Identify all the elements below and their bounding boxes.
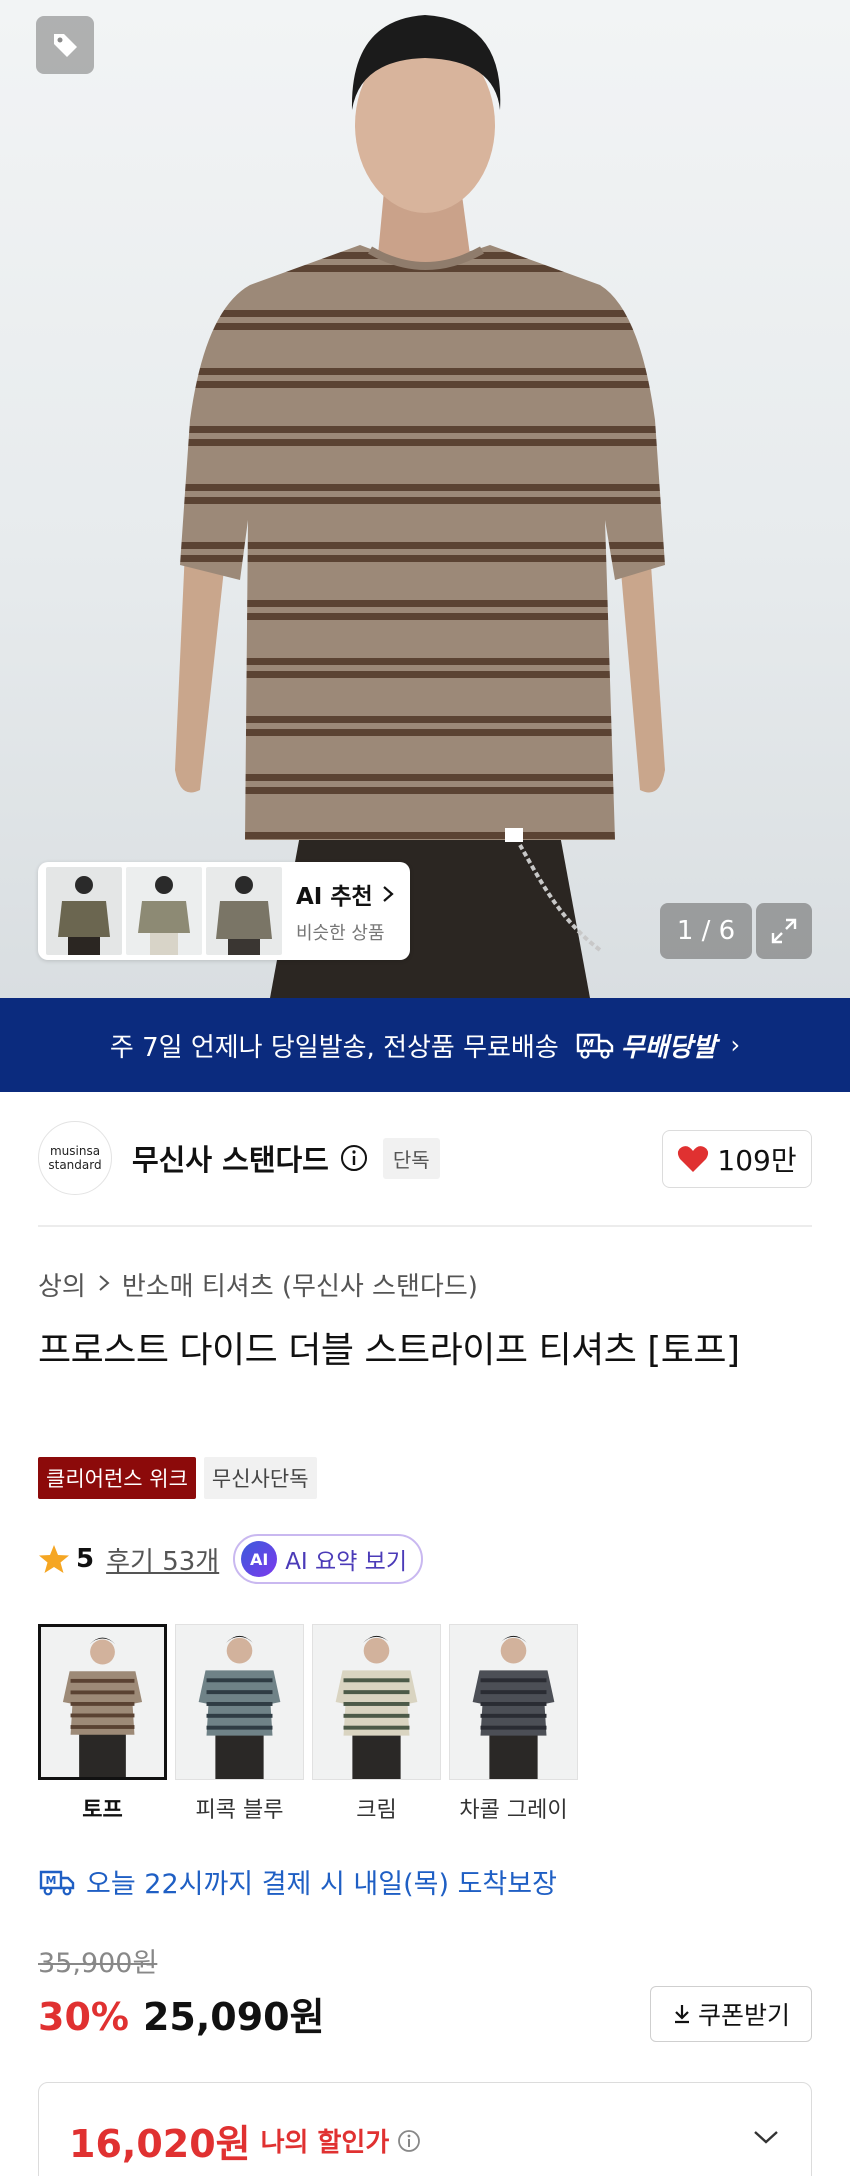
image-counter: 1 / 6 [660, 903, 752, 959]
banner-text: 주 7일 언제나 당일발송, 전상품 무료배송 [109, 1032, 559, 1063]
coupon-button[interactable]: 쿠폰받기 [650, 1986, 812, 2042]
product-badges: 클리어런스 위크 무신사단독 [38, 1457, 317, 1499]
brand-logo-line1: musinsa [49, 1144, 101, 1158]
color-name: 차콜 그레이 [459, 1798, 568, 1823]
product-photo [175, 15, 665, 998]
ai-thumb-2 [126, 867, 202, 955]
tag-icon [54, 34, 77, 57]
breadcrumb-subcategory[interactable]: 반소매 티셔츠 (무신사 스탠다드) [122, 1266, 478, 1303]
exclusive-tag: 무신사단독 [203, 1457, 317, 1499]
chevron-right-icon [382, 886, 394, 902]
product-image-gallery[interactable]: AI 추천 비슷한 상품 1 / 6 [0, 0, 850, 998]
delivery-guarantee[interactable]: M 오늘 22시까지 결제 시 내일(목) 도착보장 [38, 1862, 557, 1901]
chevron-right-icon [96, 1270, 112, 1300]
ai-thumb-1 [46, 867, 122, 955]
svg-text:M: M [46, 1874, 57, 1887]
info-icon[interactable] [397, 2129, 421, 2153]
sale-price: 25,090원 [142, 1995, 325, 2039]
color-option[interactable]: 토프 [38, 1624, 167, 1824]
star-icon [39, 1545, 69, 1573]
chevron-down-icon [754, 2131, 778, 2144]
clearance-badge: 클리어런스 위크 [38, 1457, 196, 1499]
truck-icon: M [39, 1870, 75, 1895]
divider [38, 1225, 812, 1227]
color-swatch-photo [176, 1625, 303, 1779]
ai-recommendation-card[interactable]: AI 추천 비슷한 상품 [38, 862, 410, 960]
expand-button[interactable] [756, 903, 812, 959]
color-swatch-image [449, 1624, 578, 1780]
expand-icon [771, 918, 797, 944]
breadcrumb: 상의 반소매 티셔츠 (무신사 스탠다드) [38, 1266, 478, 1303]
color-options: 토프 피콕 블루 크림 차콜 그레이 [38, 1624, 586, 1824]
rating-row: 5 후기 53개 AI AI 요약 보기 [38, 1534, 423, 1584]
banner-brand-label: 무배당발 [620, 1032, 717, 1063]
color-name: 피콕 블루 [195, 1798, 284, 1823]
color-option[interactable]: 피콕 블루 [175, 1624, 304, 1824]
svg-text:M: M [583, 1037, 594, 1050]
heart-icon [678, 1146, 709, 1172]
like-button[interactable]: 109만 [662, 1130, 812, 1188]
discount-rate: 30% [38, 1995, 129, 2039]
color-swatch-image [312, 1624, 441, 1780]
ai-icon: AI [241, 1541, 278, 1577]
color-swatch-photo [450, 1625, 577, 1779]
brand-logo-line2: standard [48, 1158, 102, 1172]
brand-logo[interactable]: musinsa standard [38, 1121, 112, 1195]
brand-name[interactable]: 무신사 스탠다드 [132, 1137, 329, 1179]
color-swatch-image [175, 1624, 304, 1780]
tag-button[interactable] [36, 16, 94, 74]
my-price-label: 나의 할인가 [260, 2128, 390, 2158]
color-name: 크림 [356, 1798, 397, 1823]
original-price: 35,900원 [38, 1948, 158, 1979]
color-swatch-image [38, 1624, 167, 1780]
info-icon[interactable] [339, 1143, 369, 1173]
color-swatch-photo [313, 1625, 440, 1779]
breadcrumb-category[interactable]: 상의 [38, 1266, 86, 1303]
chevron-right-icon: › [730, 1031, 741, 1059]
delivery-text: 오늘 22시까지 결제 시 내일(목) 도착보장 [86, 1869, 557, 1900]
download-icon [674, 2005, 689, 2024]
brand-row: musinsa standard 무신사 스탠다드 단독 109만 [38, 1121, 812, 1195]
like-count: 109만 [717, 1144, 797, 1177]
color-option[interactable]: 차콜 그레이 [449, 1624, 578, 1824]
ai-reco-title: AI 추천 [296, 884, 373, 910]
color-name: 토프 [82, 1798, 123, 1823]
ai-thumb-3 [206, 867, 282, 955]
truck-icon: M [576, 1033, 613, 1059]
color-swatch-photo [41, 1627, 164, 1777]
my-price: 16,020원 [69, 2122, 251, 2166]
color-option[interactable]: 크림 [312, 1624, 441, 1824]
exclusive-badge: 단독 [382, 1137, 440, 1179]
product-title: 프로스트 다이드 더블 스트라이프 티셔츠 [토프] [38, 1330, 740, 1371]
my-price-card[interactable]: 16,020원 나의 할인가 [38, 2082, 812, 2176]
rating-score: 5 [76, 1544, 95, 1574]
ai-reco-subtitle: 비슷한 상품 [296, 923, 385, 944]
delivery-banner[interactable]: 주 7일 언제나 당일발송, 전상품 무료배송 M 무배당발 › [0, 998, 850, 1092]
ai-summary-label: AI 요약 보기 [285, 1549, 407, 1575]
coupon-label: 쿠폰받기 [697, 2001, 790, 2030]
ai-summary-button[interactable]: AI AI 요약 보기 [233, 1534, 423, 1584]
reviews-link[interactable]: 후기 53개 [106, 1541, 219, 1578]
price-row: 30% 25,090원 [38, 1986, 325, 2041]
